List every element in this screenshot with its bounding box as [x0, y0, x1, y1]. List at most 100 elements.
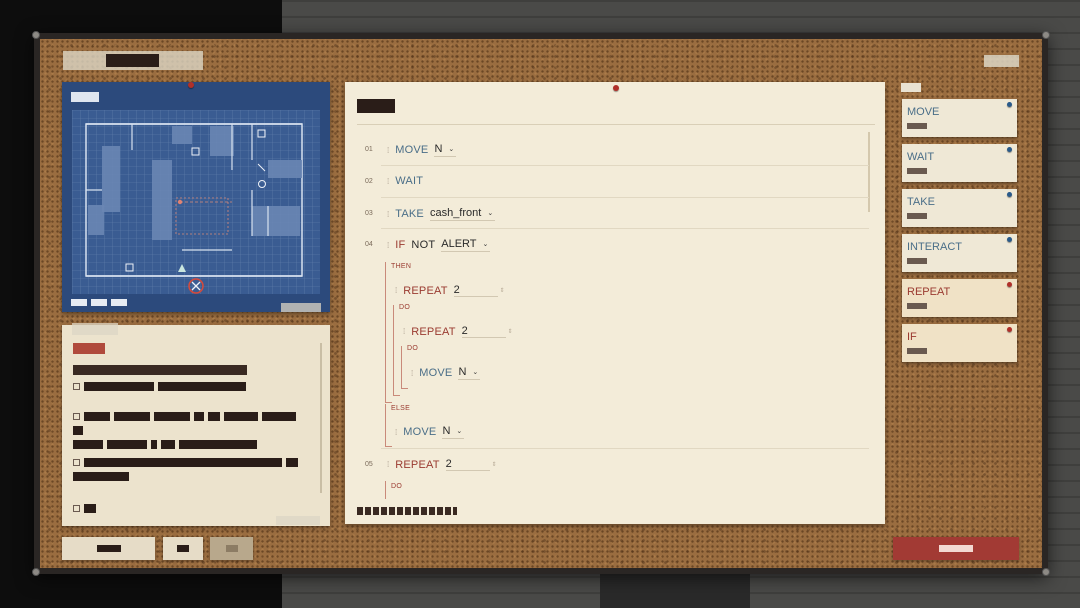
notes-header [73, 343, 105, 354]
step-button[interactable] [163, 537, 203, 560]
palette-card-wait[interactable]: WAIT [902, 144, 1017, 182]
pin-icon [1007, 192, 1012, 197]
palette-card-subtext [907, 123, 927, 129]
grip-icon[interactable]: ⁞ [395, 428, 397, 437]
chevron-down-icon: ⌄ [448, 146, 455, 153]
command-keyword: IF [395, 239, 406, 251]
command-keyword: MOVE [419, 367, 453, 379]
palette-card-label: IF [907, 331, 917, 343]
map-legend [71, 298, 131, 307]
objective-item [73, 380, 313, 394]
palette-header [901, 83, 921, 92]
pin-icon [1007, 237, 1012, 242]
palette-card-if[interactable]: IF [902, 324, 1017, 362]
notes-scrollbar[interactable] [320, 343, 322, 493]
program-editor: 01 ⁞ MOVE N ⌄ 02 ⁞ WAIT 03 ⁞ TAKE cash_fr… [345, 82, 885, 524]
line-number: 03 [365, 210, 373, 217]
mission-tag-text [106, 54, 159, 67]
chevron-down-icon: ⌄ [482, 241, 489, 248]
palette-card-subtext [907, 258, 927, 264]
tape [276, 516, 320, 525]
program-line-nested[interactable]: ⁞ MOVE N ⌄ [395, 425, 465, 439]
palette-card-subtext [907, 168, 927, 174]
program-line[interactable]: ⁞ MOVE N ⌄ [387, 143, 457, 157]
pin-icon [1007, 327, 1012, 332]
screw-icon [1042, 568, 1050, 576]
direction-select[interactable]: N ⌄ [442, 425, 465, 439]
objective-item [73, 410, 313, 452]
palette-card-label: REPEAT [907, 286, 951, 298]
line-number: 01 [365, 146, 373, 153]
grip-icon[interactable]: ⁞ [395, 286, 397, 295]
direction-select[interactable]: N ⌄ [434, 143, 457, 157]
pin-icon [1007, 102, 1012, 107]
checkbox-icon [73, 413, 80, 421]
command-keyword: REPEAT [395, 458, 440, 471]
program-line[interactable]: ⁞ TAKE cash_front ⌄ [387, 207, 496, 221]
grip-icon[interactable]: ⁞ [387, 241, 389, 250]
program-line[interactable]: ⁞ WAIT [387, 175, 429, 187]
menu-tag[interactable] [984, 55, 1019, 67]
command-keyword: TAKE [395, 208, 424, 220]
palette-card-move[interactable]: MOVE [902, 99, 1017, 137]
grip-icon[interactable]: ⁞ [411, 369, 413, 378]
stop-button[interactable] [210, 537, 253, 560]
repeat-count-input[interactable]: 2 [453, 284, 498, 297]
palette-card-subtext [907, 213, 927, 219]
checkbox-icon [73, 505, 80, 513]
palette-card-subtext [907, 303, 927, 309]
direction-select[interactable]: N ⌄ [458, 366, 481, 380]
command-keyword: MOVE [403, 426, 437, 438]
map-label [71, 92, 99, 102]
chevron-down-icon: ⌄ [472, 369, 479, 376]
chevron-down-icon: ⌄ [456, 428, 463, 435]
do-label: DO [399, 304, 411, 311]
do-label: DO [391, 483, 403, 490]
program-line-nested[interactable]: ⁞ REPEAT 2 ⇕ [403, 325, 513, 338]
command-keyword: WAIT [395, 175, 424, 187]
palette-card-label: MOVE [907, 106, 940, 118]
mission-notes [62, 323, 330, 526]
submit-button[interactable] [893, 537, 1019, 560]
blueprint-map [62, 82, 330, 312]
screw-icon [32, 31, 40, 39]
grip-icon[interactable]: ⁞ [387, 146, 389, 155]
condition-select[interactable]: ALERT ⌄ [441, 238, 491, 252]
grip-icon[interactable]: ⁞ [387, 177, 389, 186]
palette-card-repeat[interactable]: REPEAT [902, 279, 1017, 317]
palette-card-take[interactable]: TAKE [902, 189, 1017, 227]
target-select[interactable]: cash_front ⌄ [429, 207, 496, 221]
grip-icon[interactable]: ⁞ [387, 210, 389, 219]
program-line-nested[interactable]: ⁞ REPEAT 2 ⇕ [395, 284, 505, 297]
pin-icon [1007, 282, 1012, 287]
tape [281, 303, 321, 312]
program-line[interactable]: ⁞ REPEAT 2 ⇕ [387, 458, 497, 471]
pin-icon [1007, 147, 1012, 152]
background-strip [600, 572, 750, 608]
stepper-icon[interactable]: ⇕ [500, 287, 505, 294]
palette-card-subtext [907, 348, 927, 354]
repeat-count-input[interactable]: 2 [445, 458, 490, 471]
palette-card-interact[interactable]: INTERACT [902, 234, 1017, 272]
palette-card-label: WAIT [907, 151, 935, 163]
objective-item [73, 502, 313, 516]
run-button[interactable] [62, 537, 155, 560]
pin-icon [613, 85, 619, 91]
tape [72, 323, 118, 335]
repeat-count-input[interactable]: 2 [461, 325, 506, 338]
program-line-nested[interactable]: ⁞ MOVE N ⌄ [411, 366, 481, 380]
stepper-icon[interactable]: ⇕ [508, 328, 513, 335]
checkbox-icon [73, 459, 80, 467]
program-line[interactable]: ⁞ IF NOT ALERT ⌄ [387, 238, 491, 252]
command-keyword: REPEAT [403, 284, 448, 297]
grip-icon[interactable]: ⁞ [387, 460, 389, 469]
line-number: 05 [365, 461, 373, 468]
negation-toggle[interactable]: NOT [411, 239, 435, 251]
chevron-down-icon: ⌄ [487, 210, 494, 217]
stepper-icon[interactable]: ⇕ [492, 461, 497, 468]
program-scrollbar[interactable] [868, 132, 870, 212]
pin-icon [188, 82, 194, 88]
palette-card-label: TAKE [907, 196, 935, 208]
grip-icon[interactable]: ⁞ [403, 327, 405, 336]
palette-card-label: INTERACT [907, 241, 962, 253]
